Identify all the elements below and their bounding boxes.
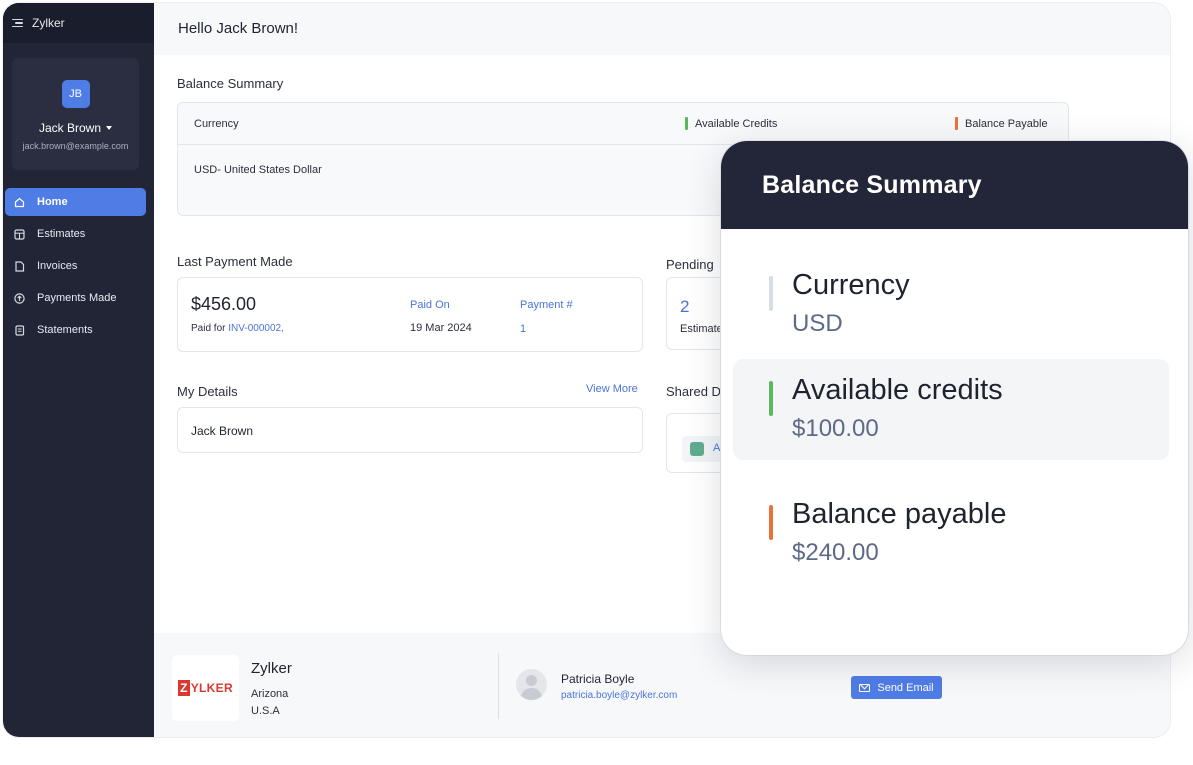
collapse-menu-icon[interactable]	[12, 18, 23, 28]
sidebar-item-statements[interactable]: Statements	[5, 316, 146, 344]
popup-item-label: Available credits	[792, 374, 1003, 406]
avatar: JB	[61, 80, 90, 108]
chevron-down-icon	[106, 126, 113, 130]
greeting-header: Hello Jack Brown!	[154, 3, 1170, 55]
sidebar-item-label: Home	[37, 196, 68, 208]
shared-documents-title: Shared D	[666, 384, 721, 399]
statement-icon	[15, 324, 25, 336]
column-balance-payable: Balance Payable	[955, 117, 1048, 130]
send-email-label: Send Email	[877, 681, 934, 694]
popup-title: Balance Summary	[721, 141, 1188, 229]
send-email-button[interactable]: Send Email	[851, 676, 942, 699]
available-indicator	[769, 381, 773, 416]
shared-item-label: A	[713, 442, 721, 454]
shared-documents-card: A	[666, 413, 726, 473]
pending-count: 2	[680, 297, 690, 316]
popup-item-label: Balance payable	[792, 498, 1007, 530]
greeting: Hello Jack Brown!	[178, 20, 299, 37]
column-currency: Currency	[194, 117, 239, 130]
logo-text: Z YLKER	[178, 680, 233, 696]
sidebar-item-label: Statements	[37, 324, 93, 336]
pending-card[interactable]: 2 Estimate	[666, 277, 726, 350]
popup-item-value: $240.00	[792, 539, 879, 566]
contact-avatar-icon	[516, 669, 547, 700]
sidebar-nav: Home Estimates Invoices Payments Made St…	[5, 188, 146, 348]
payable-indicator	[955, 117, 958, 130]
paid-for-label: Paid for	[191, 323, 226, 334]
my-details-card: Jack Brown	[177, 407, 643, 453]
org-state: Arizona	[251, 688, 289, 700]
popup-item-available-credits: Available credits $100.00	[733, 359, 1169, 460]
balance-summary-popup: Balance Summary Currency USD Available c…	[721, 141, 1188, 655]
paid-for: Paid for INV-000002,	[191, 323, 284, 334]
column-available-credits: Available Credits	[685, 117, 777, 130]
sidebar: Zylker JB Jack Brown jack.brown@example.…	[3, 3, 154, 737]
currency-cell: USD- United States Dollar	[194, 164, 322, 176]
contact-email[interactable]: patricia.boyle@zylker.com	[561, 690, 677, 701]
document-icon	[15, 260, 25, 272]
org-country: U.S.A	[251, 705, 280, 717]
payment-number-link[interactable]: 1	[520, 323, 526, 335]
payable-indicator	[769, 505, 773, 540]
balance-summary-title: Balance Summary	[177, 76, 284, 91]
org-name: Zylker	[251, 660, 292, 677]
home-icon	[14, 197, 25, 207]
calculator-icon	[14, 228, 25, 240]
popup-item-value: USD	[792, 310, 843, 337]
sidebar-item-label: Invoices	[37, 260, 78, 272]
sidebar-item-home[interactable]: Home	[5, 188, 146, 216]
pending-title: Pending	[666, 257, 714, 272]
popup-item-value: $100.00	[792, 415, 879, 442]
invoice-link[interactable]: INV-000002,	[228, 323, 284, 334]
details-name: Jack Brown	[191, 424, 254, 438]
sidebar-item-label: Estimates	[37, 228, 86, 240]
profile-email: jack.brown@example.com	[22, 141, 129, 151]
sidebar-item-label: Payments Made	[37, 292, 117, 304]
org-logo: Z YLKER	[172, 655, 239, 721]
footer-divider	[498, 653, 499, 719]
view-more-link[interactable]: View More	[586, 383, 638, 395]
sidebar-item-payments-made[interactable]: Payments Made	[5, 284, 146, 312]
pending-label: Estimate	[680, 323, 723, 335]
shared-item[interactable]: A	[682, 436, 722, 462]
my-details-title: My Details	[177, 384, 238, 399]
mail-icon	[859, 683, 871, 692]
last-payment-title: Last Payment Made	[177, 254, 293, 269]
app-name: Zylker	[32, 16, 65, 30]
profile-name: Jack Brown	[38, 121, 102, 135]
contact-name: Patricia Boyle	[561, 672, 635, 686]
sidebar-header: Zylker	[3, 3, 154, 43]
upload-circle-icon	[14, 292, 25, 304]
payment-number-label: Payment #	[520, 299, 573, 311]
shared-file-icon	[690, 442, 704, 456]
zylker-logo: Z YLKER	[178, 680, 233, 696]
currency-indicator	[769, 276, 773, 311]
popup-item-currency: Currency USD	[733, 254, 1169, 355]
column-label: Balance Payable	[965, 117, 1048, 130]
popup-item-balance-payable: Balance payable $240.00	[733, 483, 1169, 584]
popup-item-label: Currency	[792, 269, 910, 301]
column-label: Available Credits	[695, 117, 778, 130]
last-payment-card: $456.00 Paid for INV-000002, Paid On 19 …	[177, 277, 643, 352]
sidebar-item-invoices[interactable]: Invoices	[5, 252, 146, 280]
table-header: Currency Available Credits Balance Payab…	[178, 103, 1068, 145]
payment-amount: $456.00	[191, 294, 257, 314]
profile-name-dropdown[interactable]: Jack Brown	[12, 121, 139, 135]
paid-on-value: 19 Mar 2024	[410, 322, 472, 334]
paid-on-label: Paid On	[410, 299, 450, 311]
profile-card: JB Jack Brown jack.brown@example.com	[12, 58, 139, 170]
available-indicator	[685, 117, 688, 130]
sidebar-item-estimates[interactable]: Estimates	[5, 220, 146, 248]
